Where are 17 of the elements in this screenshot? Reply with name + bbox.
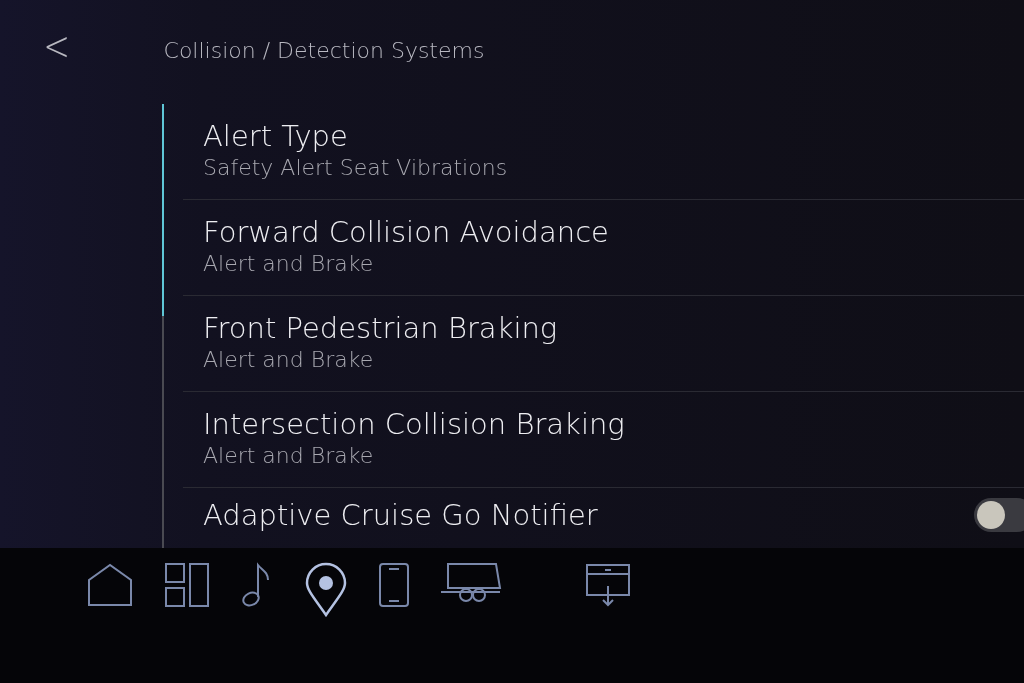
setting-title: Alert Type [203,118,349,154]
setting-value: Safety Alert Seat Vibrations [203,153,508,182]
back-button[interactable]: < [38,26,75,66]
setting-row[interactable]: Front Pedestrian Braking Alert and Brake [183,296,1024,392]
setting-row[interactable]: Alert Type Safety Alert Seat Vibrations [183,104,1024,200]
setting-title: Forward Collision Avoidance [203,214,609,250]
setting-title: Adaptive Cruise Go Notifier [203,498,598,533]
setting-title: Front Pedestrian Braking [203,310,558,346]
setting-value: Alert and Brake [203,345,375,374]
setting-value: Alert and Brake [203,441,375,470]
page-title: Collision / Detection Systems [163,37,485,65]
setting-row[interactable]: Intersection Collision Braking Alert and Brake [183,392,1024,488]
setting-row[interactable]: Forward Collision Avoidance Alert and Brake [183,200,1024,296]
setting-title: Intersection Collision Braking [203,406,625,442]
setting-row[interactable]: Adaptive Cruise Go Notifier [183,488,1024,548]
setting-value: Alert and Brake [203,249,375,278]
toggle-switch[interactable] [974,498,1024,532]
